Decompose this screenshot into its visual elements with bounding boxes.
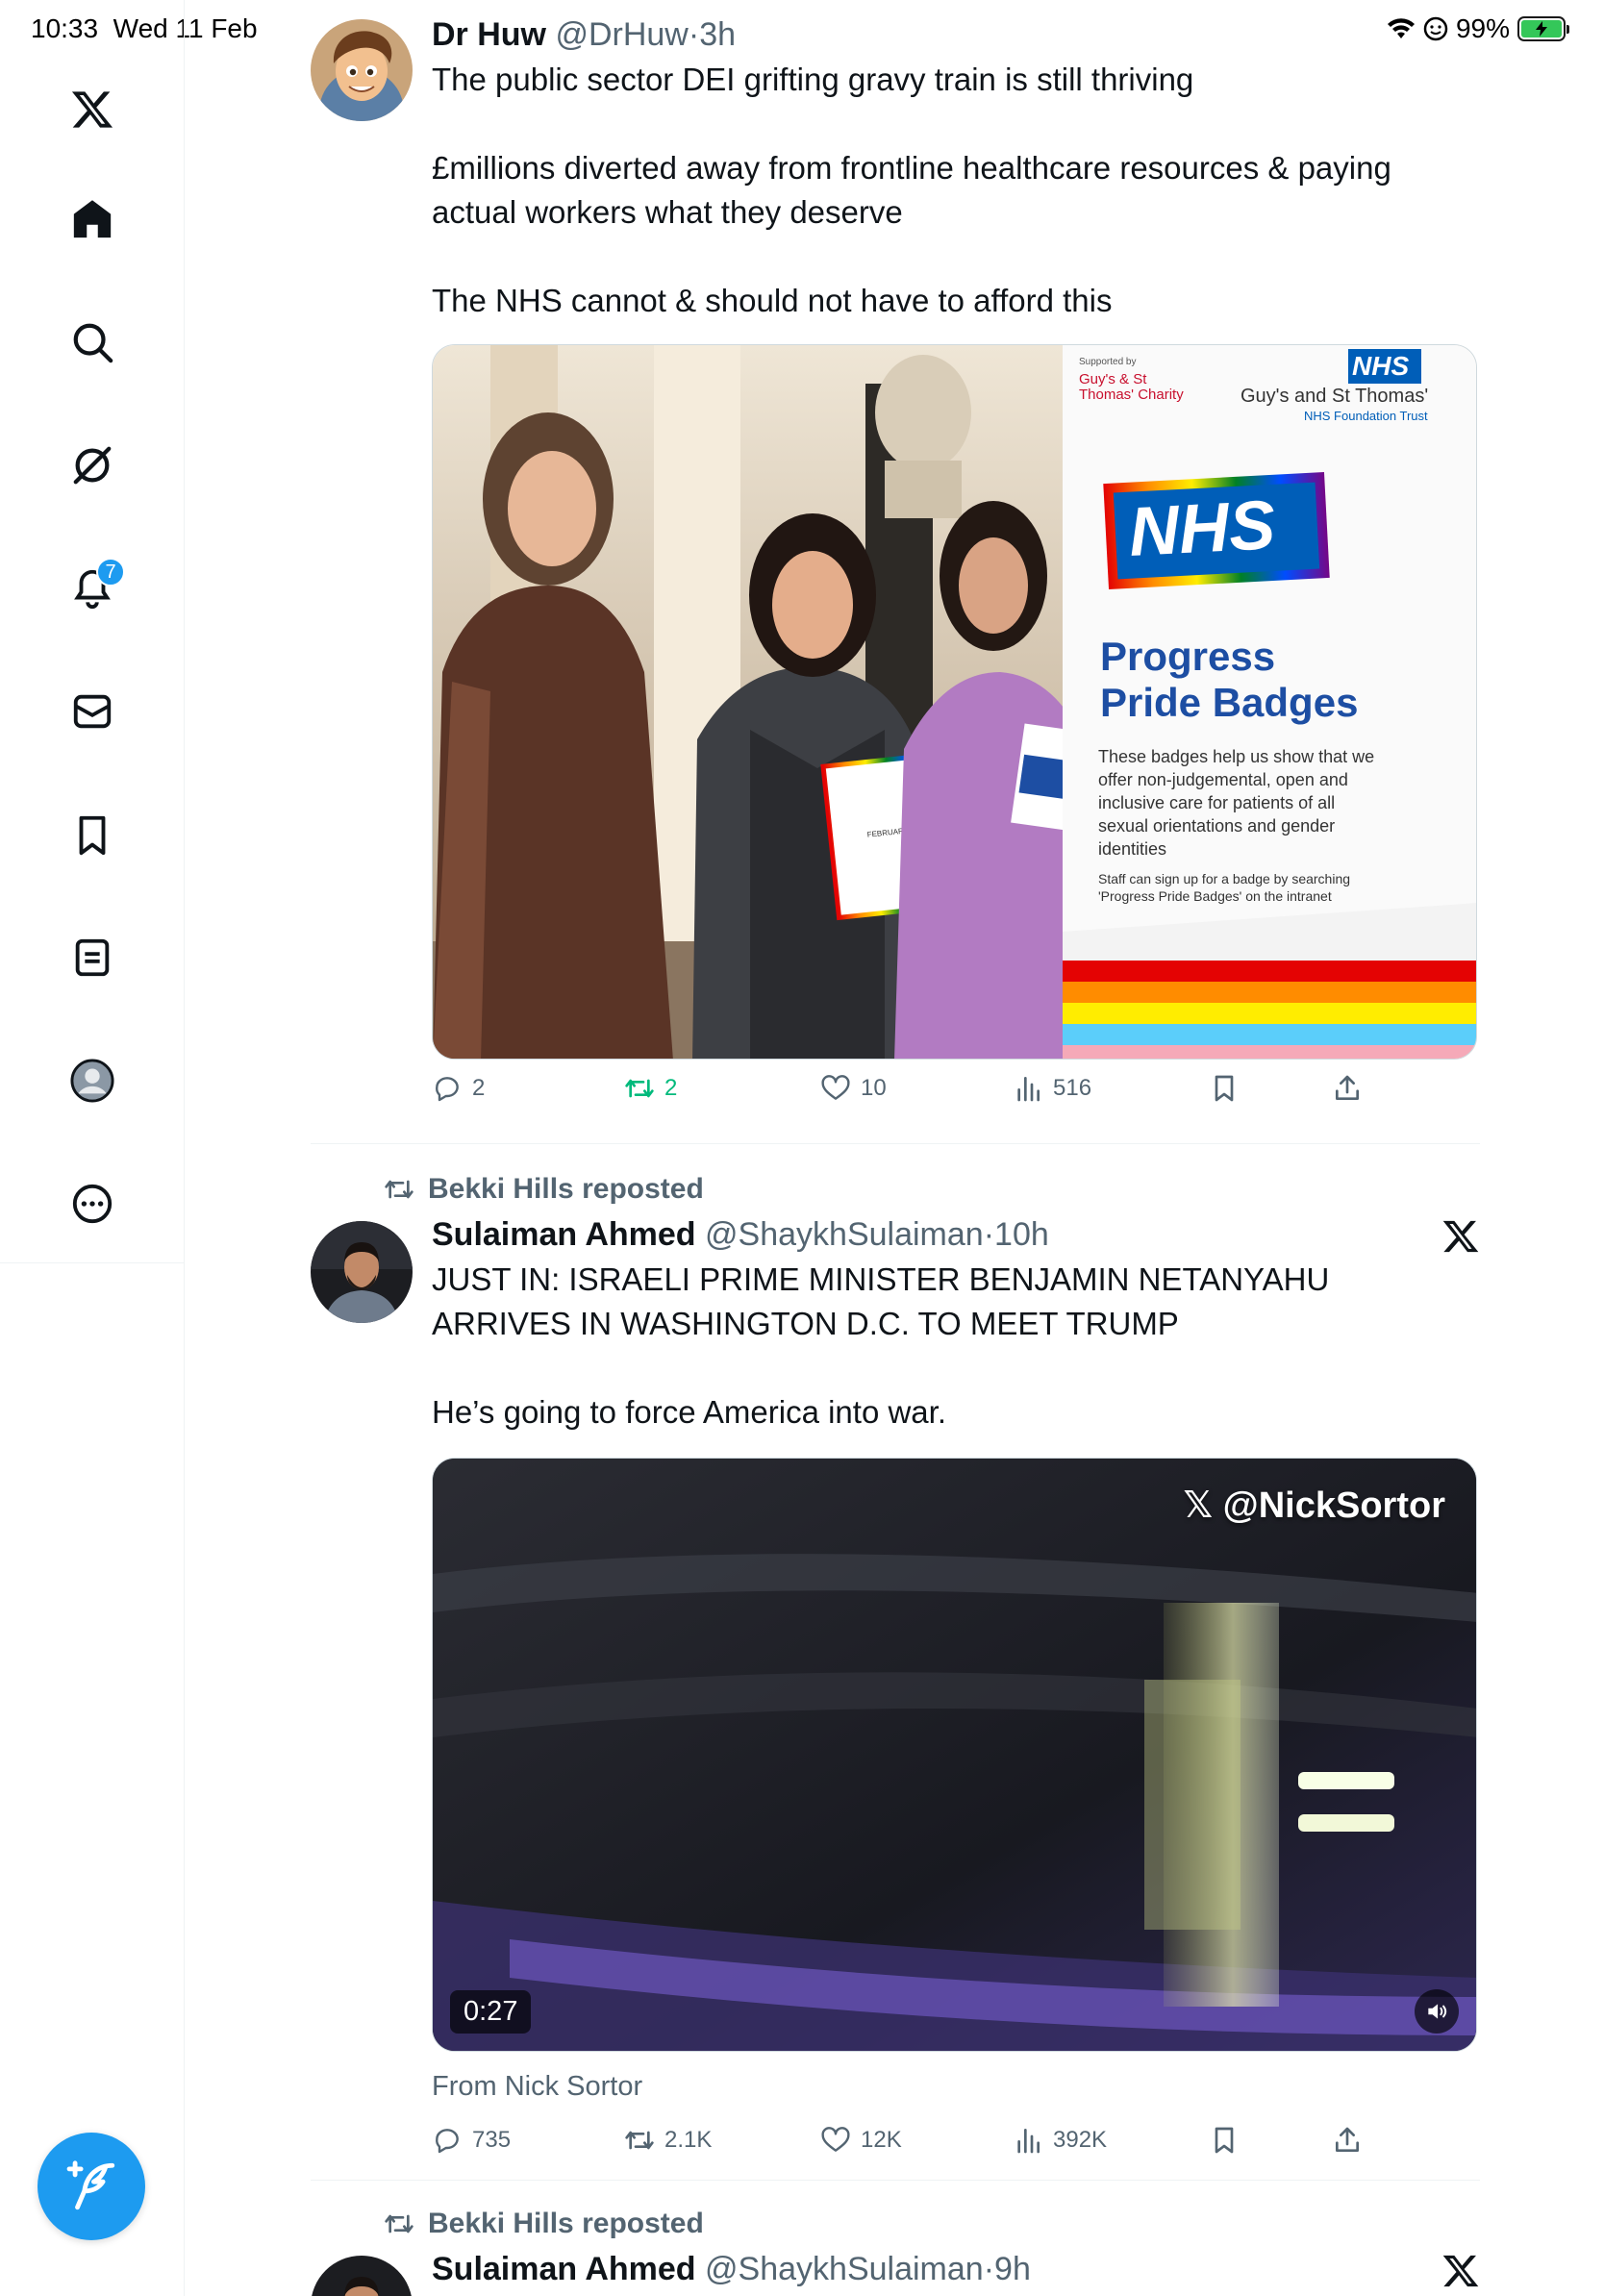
tweet-body: Sulaiman Ahmed @ShaykhSulaiman·10h JUST … bbox=[432, 1215, 1480, 1435]
reply-icon bbox=[436, 2129, 459, 2154]
compose-button[interactable] bbox=[38, 2133, 145, 2240]
separator-dot: · bbox=[983, 1216, 995, 1253]
banner-nhs-corner: NHS bbox=[1352, 351, 1410, 381]
like-button[interactable]: 12K bbox=[820, 2125, 902, 2156]
tweet[interactable]: Bekki Hills reposted Sulaiman Ahmed @Sha… bbox=[311, 2181, 1480, 2296]
grok-icon[interactable] bbox=[58, 431, 127, 500]
mail-icon[interactable] bbox=[58, 677, 127, 746]
x-logo-icon[interactable] bbox=[1441, 1217, 1480, 1256]
profile-icon[interactable] bbox=[58, 1046, 127, 1115]
x-logo-icon: 𝕏 bbox=[1183, 1485, 1214, 1526]
x-logo-icon[interactable] bbox=[58, 75, 127, 144]
banner-staff: Staff can sign up for a badge by searchi… bbox=[1098, 871, 1351, 904]
author-name[interactable]: Sulaiman Ahmed bbox=[432, 2251, 696, 2287]
separator-dot: · bbox=[688, 16, 700, 53]
view-count: 516 bbox=[1053, 1075, 1092, 1101]
repost-button[interactable]: 2 bbox=[624, 1073, 677, 1104]
separator-dot: · bbox=[983, 2251, 995, 2287]
banner-supported-by: Supported by bbox=[1079, 357, 1137, 367]
tweet-time[interactable]: 10h bbox=[994, 1216, 1049, 1253]
author-name[interactable]: Sulaiman Ahmed bbox=[432, 1216, 696, 1253]
timeline-feed: Dr Huw @DrHuw·3h The public sector DEI g… bbox=[185, 0, 1604, 2296]
reply-button[interactable]: 2 bbox=[432, 1073, 485, 1104]
views-icon bbox=[1017, 2129, 1040, 2154]
volume-button[interactable] bbox=[1415, 1989, 1459, 2034]
repost-button[interactable]: 2.1K bbox=[624, 2125, 712, 2156]
bookmark-icon[interactable] bbox=[58, 800, 127, 869]
tweet-time[interactable]: 9h bbox=[994, 2251, 1031, 2287]
author-handle[interactable]: @ShaykhSulaiman bbox=[705, 1216, 984, 1253]
reply-count: 2 bbox=[472, 1075, 486, 1101]
reply-icon bbox=[436, 1077, 459, 1102]
like-button[interactable]: 10 bbox=[820, 1073, 887, 1104]
repost-icon bbox=[625, 1079, 654, 1098]
heart-icon bbox=[821, 1075, 850, 1100]
repost-icon bbox=[625, 2131, 654, 2150]
repost-icon bbox=[385, 1180, 414, 1199]
video-watermark: 𝕏 @NickSortor bbox=[1183, 1485, 1445, 1526]
video-source[interactable]: From Nick Sortor bbox=[432, 2071, 642, 2103]
share-button[interactable] bbox=[1332, 2125, 1363, 2156]
views-button[interactable]: 516 bbox=[1013, 1073, 1091, 1104]
share-icon bbox=[1336, 2127, 1359, 2152]
repost-count: 2 bbox=[664, 1075, 678, 1101]
reply-count: 735 bbox=[472, 2127, 512, 2153]
views-icon bbox=[1017, 1077, 1040, 1102]
repost-icon bbox=[385, 2214, 414, 2234]
heart-icon bbox=[821, 2127, 850, 2152]
video-duration: 0:27 bbox=[450, 1990, 532, 2034]
home-icon[interactable] bbox=[58, 185, 127, 254]
reply-button[interactable]: 735 bbox=[432, 2125, 511, 2156]
share-button[interactable] bbox=[1332, 1073, 1363, 1104]
repost-attribution[interactable]: Bekki Hills reposted bbox=[384, 2208, 704, 2240]
avatar[interactable] bbox=[311, 1221, 413, 1323]
view-count: 392K bbox=[1053, 2127, 1108, 2153]
sidebar-divider bbox=[0, 1262, 185, 1263]
tweet-header: Sulaiman Ahmed @ShaykhSulaiman·9h bbox=[432, 2250, 1480, 2288]
bookmark-icon bbox=[1215, 2127, 1234, 2154]
tweet-header: Dr Huw @DrHuw·3h bbox=[432, 15, 1480, 54]
avatar[interactable] bbox=[311, 2256, 413, 2296]
sidebar: 7 bbox=[0, 0, 185, 2296]
tweet-time[interactable]: 3h bbox=[699, 16, 736, 53]
tweet-body: Sulaiman Ahmed @ShaykhSulaiman·9h bbox=[432, 2250, 1480, 2288]
volume-icon bbox=[1428, 2004, 1447, 2019]
author-handle[interactable]: @DrHuw bbox=[555, 16, 688, 53]
tweet-text: The public sector DEI grifting gravy tra… bbox=[432, 62, 1391, 318]
tweet-body: Dr Huw @DrHuw·3h The public sector DEI g… bbox=[432, 15, 1480, 323]
tweet[interactable]: Bekki Hills reposted Sulaiman Ahmed @Sha… bbox=[311, 1144, 1480, 2179]
tweet-header: Sulaiman Ahmed @ShaykhSulaiman·10h bbox=[432, 1215, 1480, 1254]
banner-title: Progress Pride Badges bbox=[1100, 634, 1359, 725]
list-icon[interactable] bbox=[58, 923, 127, 992]
banner-body: These badges help us show that we offer … bbox=[1098, 747, 1375, 859]
tweet-photo[interactable]: FEBRUARY LGBT+ HISTORY MONTH Suppo bbox=[432, 344, 1477, 1060]
banner-nhs-logo: NHS bbox=[1127, 487, 1278, 571]
share-icon bbox=[1336, 1075, 1359, 1100]
banner-trust-sub: NHS Foundation Trust bbox=[1304, 409, 1428, 423]
tweet-actions: 735 2.1K 12K 392K bbox=[432, 2125, 1359, 2167]
tweet[interactable]: Dr Huw @DrHuw·3h The public sector DEI g… bbox=[311, 15, 1480, 1144]
tweet-video[interactable]: 𝕏 @NickSortor 0:27 bbox=[432, 1458, 1477, 2052]
tweet-actions: 2 2 10 516 bbox=[432, 1073, 1359, 1115]
repost-attribution[interactable]: Bekki Hills reposted bbox=[384, 1173, 704, 1206]
notification-badge: 7 bbox=[96, 558, 125, 586]
views-button[interactable]: 392K bbox=[1013, 2125, 1107, 2156]
bookmark-icon bbox=[1215, 1075, 1234, 1102]
bookmark-button[interactable] bbox=[1209, 1073, 1240, 1104]
like-count: 12K bbox=[861, 2127, 902, 2153]
banner-trust-name: Guy's and St Thomas' bbox=[1241, 386, 1429, 407]
avatar[interactable] bbox=[311, 19, 413, 121]
tweet-text: JUST IN: ISRAELI PRIME MINISTER BENJAMIN… bbox=[432, 1261, 1330, 1430]
banner-charity: Guy's & St Thomas' Charity bbox=[1079, 371, 1184, 403]
like-count: 10 bbox=[861, 1075, 887, 1101]
compose-icon bbox=[66, 2160, 115, 2210]
more-icon[interactable] bbox=[58, 1169, 127, 1238]
author-handle[interactable]: @ShaykhSulaiman bbox=[705, 2251, 984, 2287]
bookmark-button[interactable] bbox=[1209, 2125, 1240, 2156]
x-logo-icon[interactable] bbox=[1441, 2252, 1480, 2290]
bell-icon[interactable]: 7 bbox=[58, 554, 127, 623]
author-name[interactable]: Dr Huw bbox=[432, 16, 546, 53]
repost-count: 2.1K bbox=[664, 2127, 713, 2153]
search-icon[interactable] bbox=[58, 308, 127, 377]
